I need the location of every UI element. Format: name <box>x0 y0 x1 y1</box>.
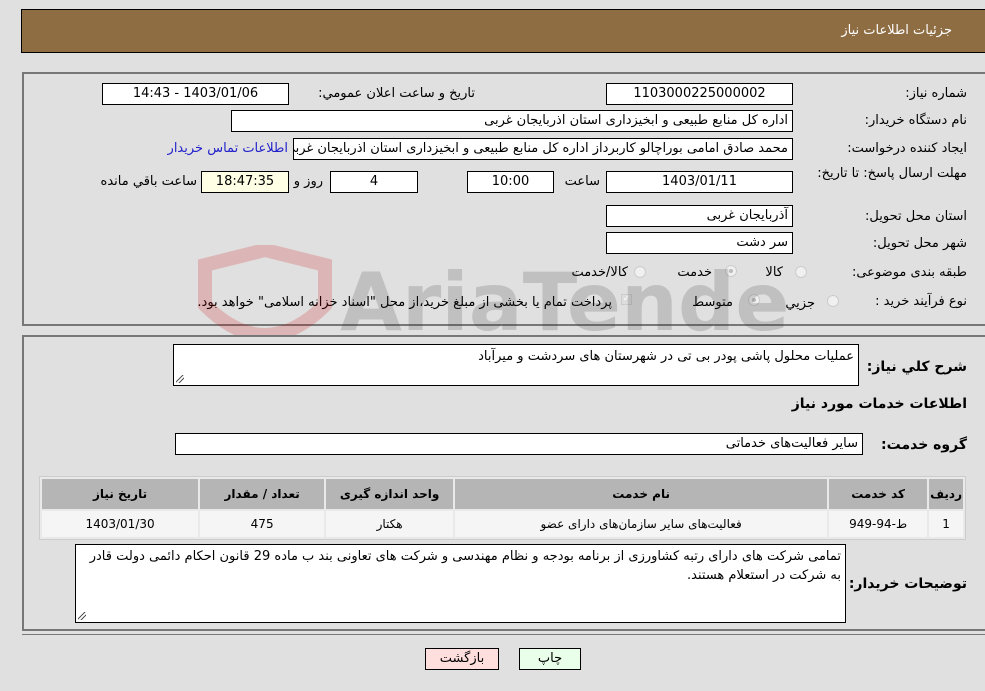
resize-grip-icon[interactable] <box>78 612 86 620</box>
col-unit: واحد اندازه گیری <box>326 479 454 509</box>
city-field[interactable]: سر دشت <box>606 232 793 254</box>
buyer-org-label: نام دستگاه خريدار: <box>864 113 967 128</box>
buyer-org-field[interactable]: اداره کل منابع طبیعی و ابخیزداری استان ا… <box>231 110 793 132</box>
col-service-code: کد خدمت <box>829 479 928 509</box>
resize-grip-icon[interactable] <box>176 375 184 383</box>
summary-label: شرح کلي نياز: <box>866 359 967 375</box>
buyer-notes-text: تمامی شرکت های دارای رتبه کشاورزی از برن… <box>89 549 841 583</box>
back-button[interactable]: بازگشت <box>425 648 499 670</box>
print-button[interactable]: چاپ <box>519 648 581 670</box>
province-label: استان محل تحویل: <box>865 209 967 224</box>
col-need-date: تاریخ نیاز <box>42 479 199 509</box>
summary-text: عملیات محلول پاشی پودر بی تی در شهرستان … <box>478 349 854 364</box>
cell-unit: هکتار <box>326 511 454 537</box>
creator-field[interactable]: محمد صادق امامی بوراچالو کاربرداز اداره … <box>293 138 793 160</box>
deadline-time-field[interactable]: 10:00 <box>467 171 554 193</box>
process-option-minor: جزيي <box>785 296 815 311</box>
category-radio-service[interactable] <box>725 265 737 277</box>
process-option-medium: متوسط <box>692 295 733 310</box>
days-remaining-field[interactable]: 4 <box>330 171 418 193</box>
deadline-date-field[interactable]: 1403/01/11 <box>606 171 793 193</box>
page-title: جزئیات اطلاعات نیاز <box>841 23 952 38</box>
col-service-name: نام خدمت <box>455 479 828 509</box>
divider <box>22 634 985 635</box>
summary-textarea[interactable]: عملیات محلول پاشی پودر بی تی در شهرستان … <box>173 344 859 386</box>
remaining-time-field[interactable]: 18:47:35 <box>201 171 289 193</box>
creator-label: ایجاد کننده درخواست: <box>847 141 967 156</box>
cell-row-number: 1 <box>929 511 963 537</box>
need-number-field[interactable]: 1103000225000002 <box>606 83 793 105</box>
page-header: جزئیات اطلاعات نیاز <box>21 9 985 53</box>
city-label: شهر محل تحویل: <box>872 236 967 251</box>
category-option-goods: کالا <box>765 265 783 280</box>
deadline-label: مهلت ارسال پاسخ: تا تاریخ: <box>817 166 967 181</box>
process-radio-minor[interactable] <box>827 295 839 307</box>
announce-date-field[interactable]: 1403/01/06 - 14:43 <box>102 83 289 105</box>
service-group-label: گروه خدمت: <box>881 437 967 453</box>
services-table: رديف کد خدمت نام خدمت واحد اندازه گیری ت… <box>39 476 966 540</box>
announce-date-label: تاریخ و ساعت اعلان عمومي: <box>318 86 475 101</box>
treasury-note: پرداخت تمام یا بخشی از مبلغ خرید،از محل … <box>197 295 612 310</box>
table-row[interactable]: 1 ط-94-949 فعالیت‌های سایر سازمان‌های دا… <box>42 511 963 537</box>
cell-service-code: ط-94-949 <box>829 511 928 537</box>
need-number-label: شماره نیاز: <box>905 86 967 101</box>
cell-quantity: 475 <box>200 511 325 537</box>
service-group-field[interactable]: سایر فعالیت‌های خدماتی <box>175 433 863 455</box>
deadline-time-label: ساعت <box>564 174 600 189</box>
category-radio-goods-service[interactable] <box>634 266 646 278</box>
days-label: روز و <box>293 174 323 189</box>
buyer-notes-textarea[interactable]: تمامی شرکت های دارای رتبه کشاورزی از برن… <box>75 544 846 623</box>
buyer-notes-label: توضیحات خریدار: <box>848 576 967 592</box>
category-option-service: خدمت <box>677 265 712 280</box>
category-radio-goods[interactable] <box>795 266 807 278</box>
buyer-contact-link[interactable]: اطلاعات تماس خریدار <box>168 141 288 156</box>
cell-service-name: فعالیت‌های سایر سازمان‌های دارای عضو <box>455 511 828 537</box>
table-header-row: رديف کد خدمت نام خدمت واحد اندازه گیری ت… <box>42 479 963 509</box>
province-field[interactable]: آذربایجان غربی <box>606 205 793 227</box>
process-type-label: نوع فرآیند خرید : <box>875 294 967 309</box>
col-row-number: رديف <box>929 479 963 509</box>
process-radio-medium[interactable] <box>748 294 760 306</box>
col-quantity: تعداد / مقدار <box>200 479 325 509</box>
category-option-goods-service: کالا/خدمت <box>571 265 628 280</box>
remaining-time-label: ساعت باقي مانده <box>100 174 197 189</box>
category-label: طبقه بندی موضوعی: <box>851 265 967 280</box>
cell-need-date: 1403/01/30 <box>42 511 199 537</box>
treasury-checkbox[interactable]: ✓ <box>621 294 632 305</box>
services-heading: اطلاعات خدمات مورد نياز <box>791 396 967 412</box>
